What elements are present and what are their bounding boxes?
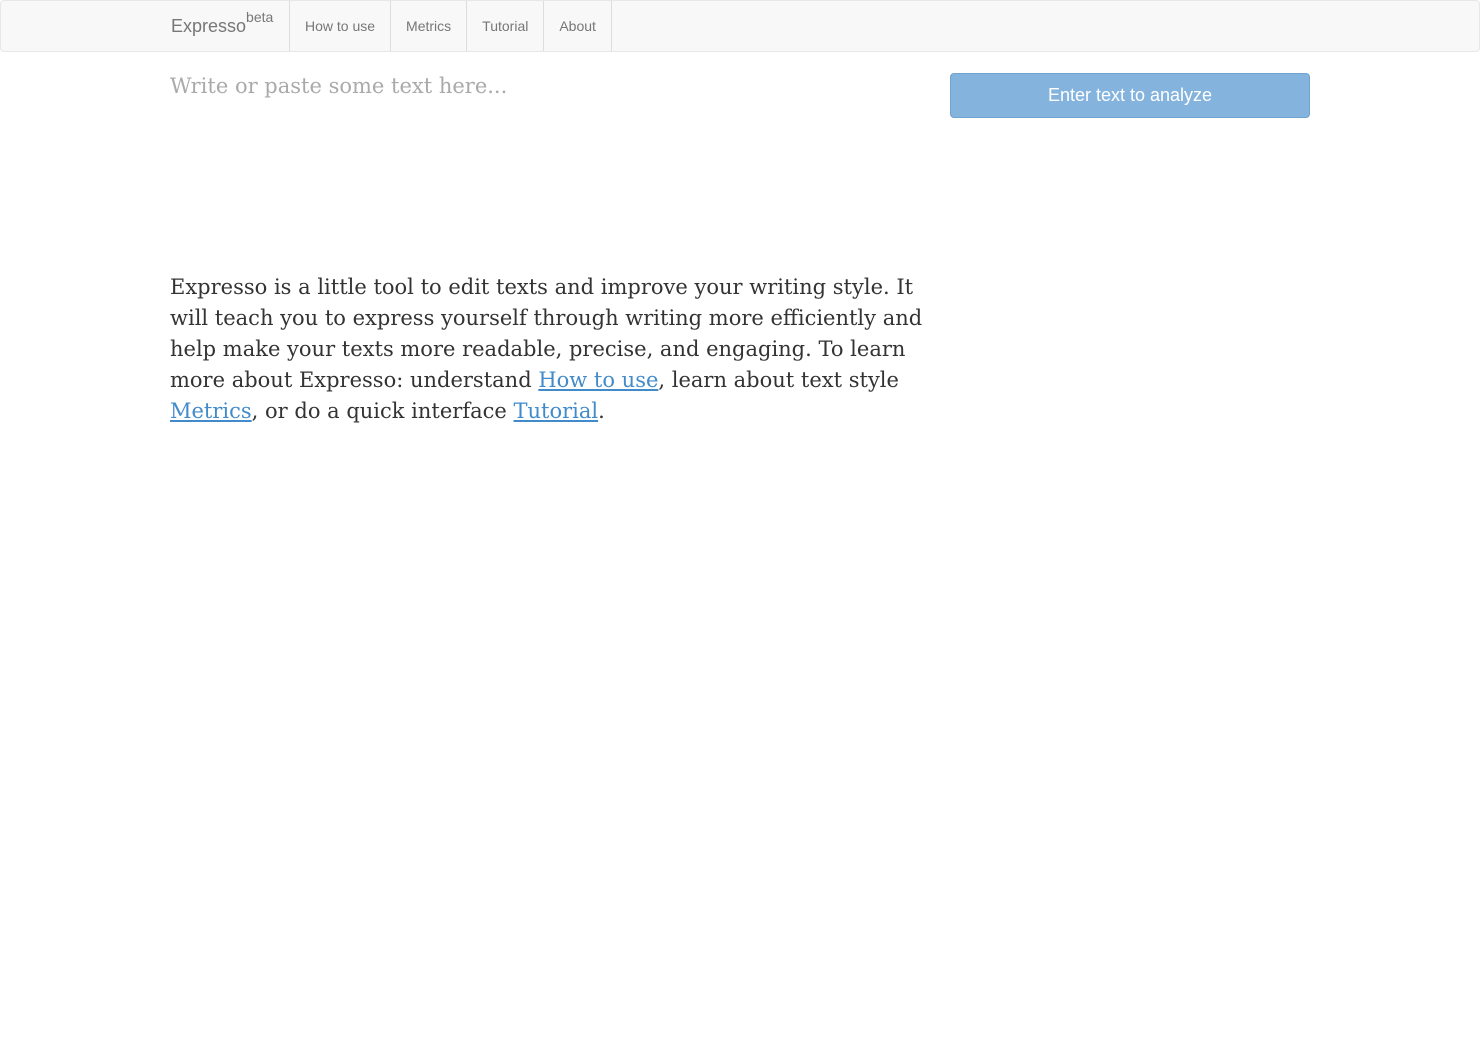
intro-text-4: . (598, 399, 605, 423)
nav-item-about[interactable]: About (544, 1, 612, 51)
top-navbar: Expressobeta How to use Metrics Tutorial… (0, 0, 1480, 52)
how-to-use-link[interactable]: How to use (538, 368, 658, 392)
nav-item-how-to-use[interactable]: How to use (290, 1, 392, 51)
text-editor-input[interactable] (170, 66, 920, 246)
brand-logo-link[interactable]: Expressobeta (171, 1, 289, 51)
beta-badge: beta (246, 9, 274, 25)
tutorial-link[interactable]: Tutorial (514, 399, 599, 423)
nav-item-metrics[interactable]: Metrics (391, 1, 468, 51)
nav-menu: How to use Metrics Tutorial About (289, 1, 612, 51)
nav-item-tutorial[interactable]: Tutorial (467, 1, 545, 51)
brand-name: Expresso (171, 16, 247, 36)
intro-text-3: , or do a quick interface (251, 399, 514, 423)
intro-paragraph: Expresso is a little tool to edit texts … (170, 272, 930, 427)
intro-text-2: , learn about text style (658, 368, 899, 392)
analyze-button[interactable]: Enter text to analyze (950, 73, 1310, 118)
metrics-link[interactable]: Metrics (170, 399, 252, 423)
